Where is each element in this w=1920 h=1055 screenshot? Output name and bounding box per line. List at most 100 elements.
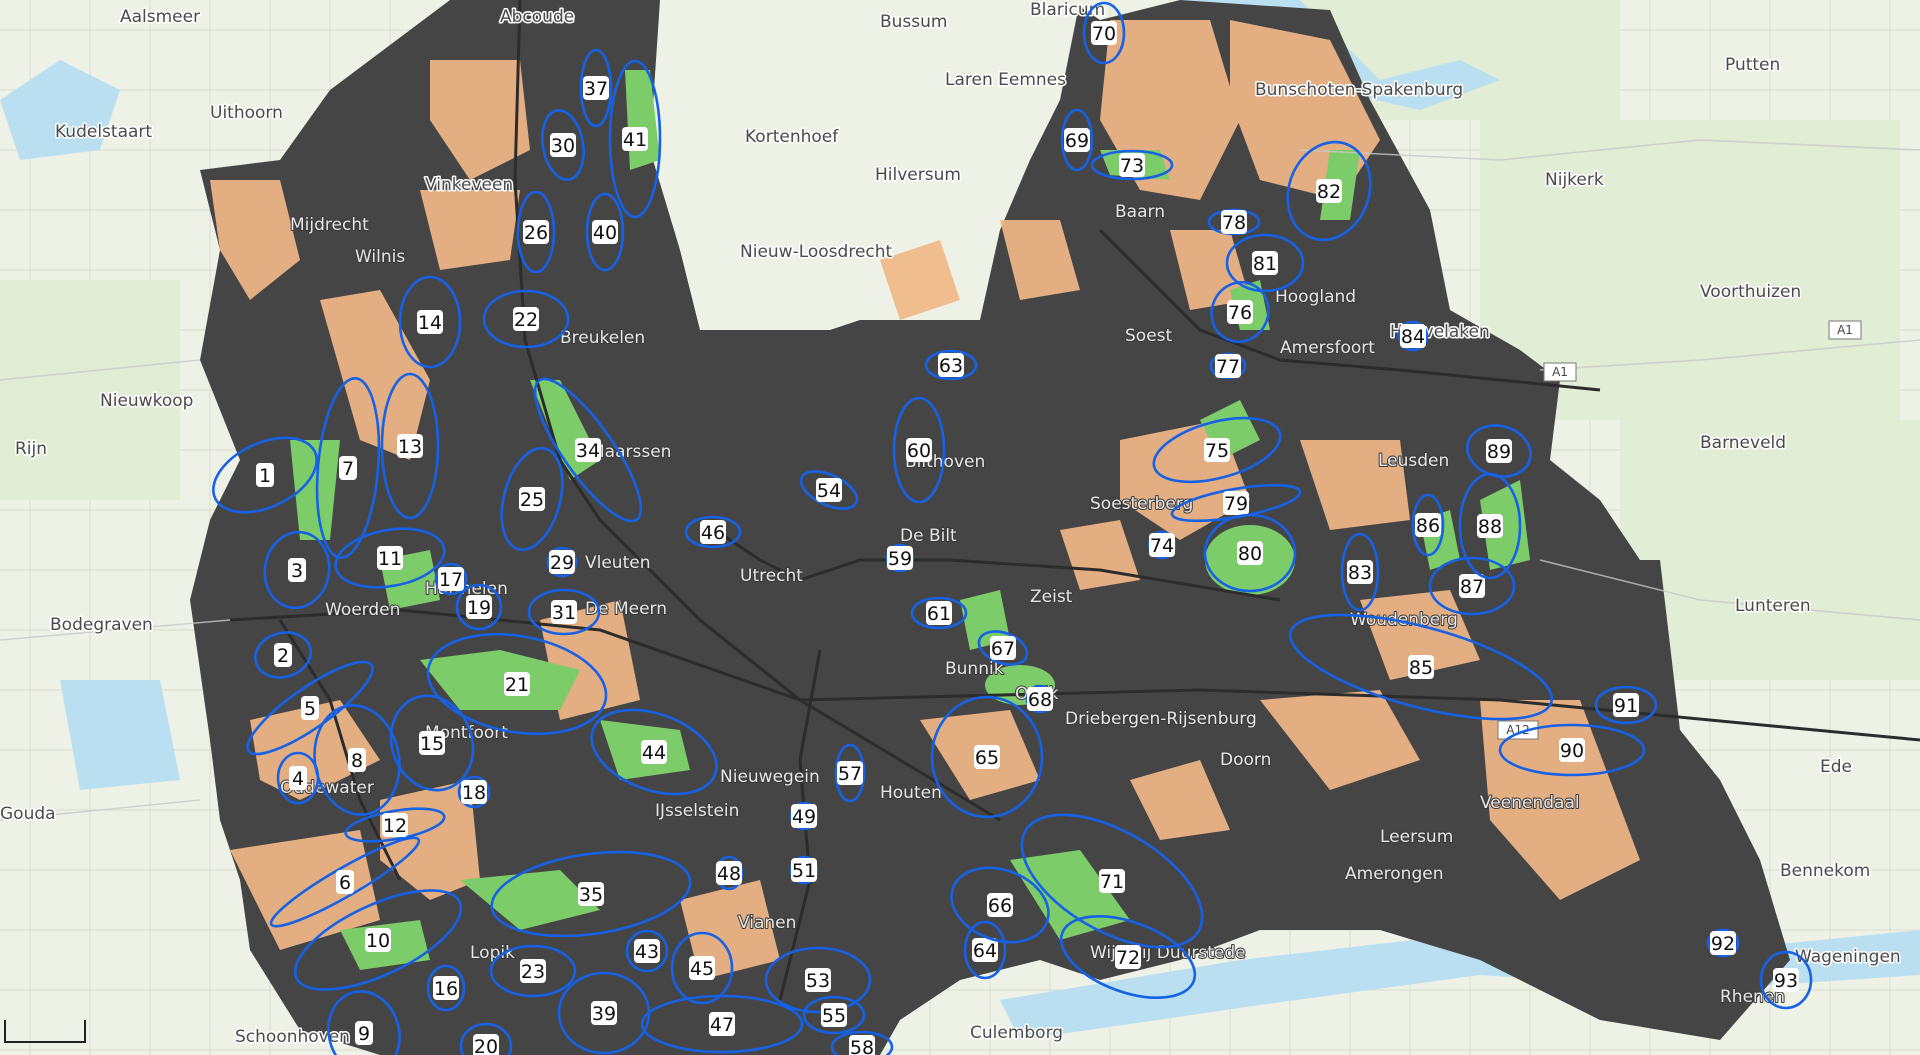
zone-marker-59[interactable]: 59 [885,543,915,573]
zone-label-30: 30 [551,135,575,157]
zone-label-41: 41 [623,129,647,151]
place-label-breukelen: Breukelen [560,328,645,348]
place-label-nieuw-loosdrecht: Nieuw-Loosdrecht [740,242,893,262]
zone-label-44: 44 [642,742,666,764]
zone-label-37: 37 [584,78,608,100]
zone-label-51: 51 [792,860,816,882]
zone-marker-51[interactable]: 51 [789,855,819,885]
zone-label-73: 73 [1120,155,1144,177]
zone-marker-77[interactable]: 77 [1209,352,1247,380]
zone-label-31: 31 [552,602,576,624]
place-label-nijkerk: Nijkerk [1545,170,1604,190]
zone-label-14: 14 [418,312,442,334]
zone-label-26: 26 [524,222,548,244]
zone-label-92: 92 [1711,933,1735,955]
zone-marker-84[interactable]: 84 [1397,320,1429,352]
zone-label-49: 49 [792,806,816,828]
zone-label-13: 13 [398,436,422,458]
zone-label-4: 4 [292,768,304,790]
zone-label-86: 86 [1416,515,1440,537]
place-label-vleuten: Vleuten [585,553,651,573]
zone-label-21: 21 [505,674,529,696]
place-label-bodegraven: Bodegraven [50,615,153,635]
zone-label-1: 1 [259,465,271,487]
zone-label-48: 48 [717,863,741,885]
zone-marker-17[interactable]: 17 [434,562,468,596]
place-label-voorthuizen: Voorthuizen [1700,282,1801,302]
zone-label-57: 57 [838,763,862,785]
zone-label-20: 20 [474,1036,498,1055]
place-label-leersum: Leersum [1380,827,1453,847]
zone-label-75: 75 [1205,440,1229,462]
zone-marker-29[interactable]: 29 [546,546,578,578]
zone-label-67: 67 [991,638,1015,660]
place-label-de-bilt: De Bilt [900,526,957,546]
map-view[interactable]: A1 A1 A12 Aalsmeer Abcoude Bussum Blaricum P… [0,0,1920,1055]
place-label-bennekom: Bennekom [1780,861,1870,881]
zone-label-54: 54 [817,480,841,502]
zone-label-76: 76 [1228,302,1252,324]
place-label-aalsmeer: Aalsmeer [120,7,200,27]
place-label-hilversum: Hilversum [875,165,961,185]
zone-label-78: 78 [1222,212,1246,234]
place-label-abcoude: Abcoude [500,7,574,27]
zone-label-15: 15 [420,733,444,755]
zone-label-82: 82 [1317,181,1341,203]
place-label-culemborg: Culemborg [970,1023,1063,1043]
zone-marker-49[interactable]: 49 [789,801,819,831]
place-label-hoogland: Hoogland [1275,287,1356,307]
place-label-wageningen: Wageningen [1795,947,1901,967]
zone-label-60: 60 [907,440,931,462]
zone-label-65: 65 [975,747,999,769]
place-label-woerden: Woerden [325,600,400,620]
place-label-amersfoort: Amersfoort [1280,338,1375,358]
zone-label-77: 77 [1216,356,1240,378]
zone-label-11: 11 [378,548,402,570]
zone-label-10: 10 [366,930,390,952]
zone-label-72: 72 [1116,947,1140,969]
zone-label-9: 9 [358,1023,370,1045]
zone-label-2: 2 [277,645,289,667]
zone-label-55: 55 [822,1005,846,1027]
zone-label-8: 8 [351,750,363,772]
place-label-laren-eemnes: Laren Eemnes [945,70,1066,90]
place-label-nieuwegein: Nieuwegein [720,767,820,787]
place-label-houten: Houten [880,783,942,803]
road-shield-a1-east: A1 [1552,365,1568,379]
place-label-barneveld: Barneveld [1700,433,1786,453]
zone-label-43: 43 [635,941,659,963]
zone-label-61: 61 [927,603,951,625]
place-label-bunschoten-spakenburg: Bunschoten-Spakenburg [1255,80,1463,100]
zone-label-22: 22 [514,309,538,331]
place-label-kudelstaart: Kudelstaart [55,122,152,142]
zone-marker-74[interactable]: 74 [1147,530,1177,560]
place-label-gouda: Gouda [0,804,56,824]
zone-label-64: 64 [973,940,997,962]
zone-label-89: 89 [1487,441,1511,463]
zone-label-47: 47 [710,1014,734,1036]
zone-marker-48[interactable]: 48 [714,855,744,891]
zone-label-81: 81 [1253,253,1277,275]
zone-label-18: 18 [462,782,486,804]
place-label-nieuwkoop: Nieuwkoop [100,391,193,411]
place-label-ijsselstein: IJsselstein [655,801,739,821]
zone-marker-18[interactable]: 18 [457,775,491,809]
zone-marker-92[interactable]: 92 [1706,928,1740,958]
place-label-leusden: Leusden [1378,451,1449,471]
place-label-zeist: Zeist [1030,587,1073,607]
zone-marker-68[interactable]: 68 [1025,684,1055,714]
place-label-mijdrecht: Mijdrecht [290,215,369,235]
zone-label-74: 74 [1150,535,1174,557]
zone-label-83: 83 [1348,562,1372,584]
zone-label-84: 84 [1401,326,1425,348]
place-label-bussum: Bussum [880,12,948,32]
zone-label-35: 35 [579,884,603,906]
zone-label-45: 45 [690,958,714,980]
map-canvas[interactable]: A1 A1 A12 Aalsmeer Abcoude BussumBlaricumP… [0,0,1920,1055]
zone-label-40: 40 [593,222,617,244]
place-label-putten: Putten [1725,55,1780,75]
zone-label-25: 25 [520,489,544,511]
zone-label-80: 80 [1238,543,1262,565]
zone-label-70: 70 [1092,23,1116,45]
zone-label-53: 53 [806,970,830,992]
